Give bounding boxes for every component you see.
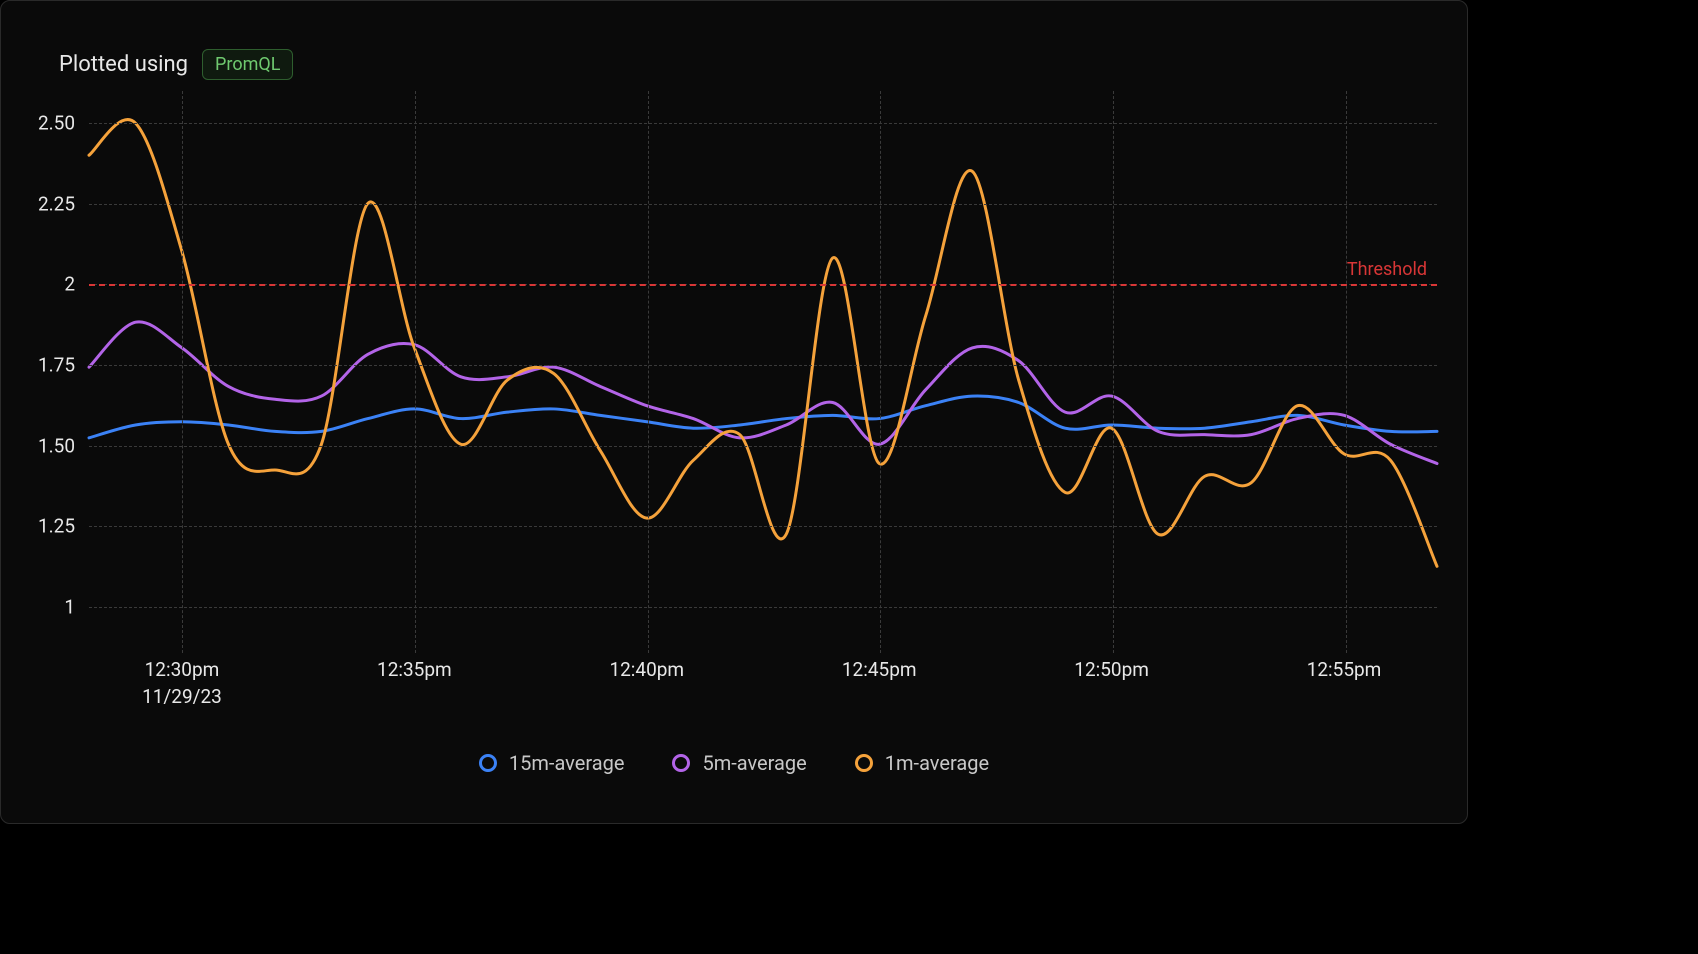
- y-tick-label: 1: [64, 595, 75, 618]
- series-line-5m-average[interactable]: [89, 322, 1437, 464]
- grid-line-horizontal: [89, 526, 1437, 527]
- legend-swatch-icon: [855, 754, 873, 772]
- legend-swatch-icon: [672, 754, 690, 772]
- x-tick-label: 12:55pm: [1307, 658, 1382, 681]
- x-tick-date: 11/29/23: [142, 685, 222, 708]
- y-tick-label: 1.75: [38, 353, 75, 376]
- x-tick-label: 12:40pm: [609, 658, 684, 681]
- grid-line-horizontal: [89, 607, 1437, 608]
- grid-line-vertical: [1113, 91, 1114, 653]
- x-axis: 12:30pm11/29/23 12:35pm 12:40pm 12:45pm 12:5…: [89, 658, 1437, 708]
- legend-item-15m-average[interactable]: 15m-average: [479, 751, 625, 775]
- chart-legend: 15m-average 5m-average 1m-average: [1, 751, 1467, 775]
- chart-panel: Plotted using PromQL 1 1.25 1.50 1.75 2 2.25 2…: [0, 0, 1468, 824]
- grid-line-vertical: [182, 91, 183, 653]
- legend-swatch-icon: [479, 754, 497, 772]
- x-tick-label: 12:30pm11/29/23: [142, 658, 222, 708]
- y-axis: 1 1.25 1.50 1.75 2 2.25 2.50: [21, 91, 81, 653]
- legend-label: 15m-average: [509, 751, 625, 775]
- x-tick-label: 12:35pm: [377, 658, 452, 681]
- grid-line-horizontal: [89, 204, 1437, 205]
- chart-area: 1 1.25 1.50 1.75 2 2.25 2.50 Threshold: [21, 91, 1447, 653]
- legend-label: 5m-average: [702, 751, 806, 775]
- y-tick-label: 2.50: [38, 112, 75, 135]
- y-tick-label: 2.25: [38, 192, 75, 215]
- grid-line-vertical: [880, 91, 881, 653]
- x-tick-label: 12:45pm: [842, 658, 917, 681]
- grid-line-vertical: [648, 91, 649, 653]
- grid-line-horizontal: [89, 446, 1437, 447]
- chart-lines: [89, 91, 1437, 653]
- y-tick-label: 1.50: [38, 434, 75, 457]
- threshold-label: Threshold: [1347, 259, 1427, 280]
- grid-line-horizontal: [89, 365, 1437, 366]
- query-language-badge[interactable]: PromQL: [202, 49, 293, 80]
- legend-item-5m-average[interactable]: 5m-average: [672, 751, 806, 775]
- threshold-line: [89, 284, 1437, 286]
- x-tick-label: 12:50pm: [1074, 658, 1149, 681]
- grid-line-horizontal: [89, 123, 1437, 124]
- series-line-1m-average[interactable]: [89, 120, 1437, 567]
- header-prefix: Plotted using: [59, 52, 188, 77]
- legend-label: 1m-average: [885, 751, 989, 775]
- legend-item-1m-average[interactable]: 1m-average: [855, 751, 989, 775]
- y-tick-label: 1.25: [38, 515, 75, 538]
- chart-header: Plotted using PromQL: [59, 49, 293, 80]
- plot-region[interactable]: Threshold: [89, 91, 1437, 653]
- grid-line-vertical: [415, 91, 416, 653]
- grid-line-vertical: [1346, 91, 1347, 653]
- y-tick-label: 2: [64, 273, 75, 296]
